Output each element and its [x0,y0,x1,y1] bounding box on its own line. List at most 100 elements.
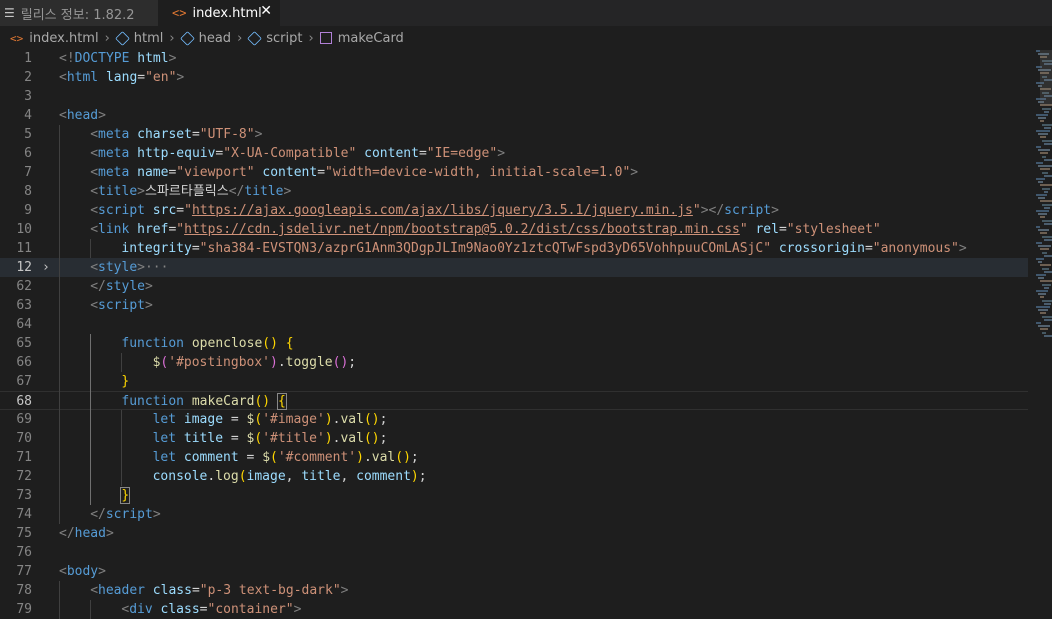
line-number: 1 [24,51,32,66]
code-token: $ [262,450,271,465]
line-number: 3 [24,89,32,104]
minimap[interactable] [1030,48,1052,588]
code-token: '#postingbox' [168,355,270,370]
code-line[interactable]: 71 let comment = $('#comment').val(); [0,448,1028,467]
breadcrumb-item-makecard[interactable]: makeCard [319,30,404,46]
code-line[interactable]: 70 let title = $('#title').val(); [0,429,1028,448]
minimap-line [1040,168,1050,171]
line-number: 65 [16,336,32,351]
code-line[interactable]: 9 <script src="https://ajax.googleapis.co… [0,201,1028,220]
line-number: 79 [16,602,32,617]
code-text: function openclose() { [121,334,293,353]
tab-release-notes[interactable]: ☰ 릴리스 정보: 1.82.2 [0,0,158,26]
minimap-line [1038,165,1052,168]
code-line[interactable]: 3 [0,87,1028,106]
code-line[interactable]: 1 <!DOCTYPE html> [0,49,1028,68]
code-line[interactable]: 8 <title>스파르타플릭스</title> [0,182,1028,201]
code-token: > [98,108,106,123]
code-line[interactable]: 64 [0,315,1028,334]
code-text: <title>스파르타플릭스</title> [90,182,291,201]
code-line[interactable]: 2 <html lang="en"> [0,68,1028,87]
code-token: > [176,70,185,85]
code-line[interactable]: 73} [0,486,1028,505]
code-line[interactable]: 7 <meta name="viewport" content="width=de… [0,163,1028,182]
code-token: crossorigin [771,241,865,256]
code-line[interactable]: 5 <meta charset="UTF-8"> [0,125,1028,144]
code-line[interactable]: 67} [0,372,1028,391]
tab-label: index.html [192,5,262,21]
code-token: < [59,564,67,579]
code-token: head [66,108,99,123]
code-line[interactable]: 63 <script> [0,296,1028,315]
line-number: 64 [16,317,32,332]
code-token: "width=device-width, initial-scale=1.0" [325,165,631,180]
code-line[interactable]: 74 </script> [0,505,1028,524]
line-number: 4 [24,108,32,123]
code-line[interactable]: 62 </style> [0,277,1028,296]
code-text: <!DOCTYPE html> [59,49,176,68]
code-line[interactable]: 6 <meta http-equiv = "X-UA-Compatible" cont… [0,144,1028,163]
minimap-line [1042,171,1048,174]
code-token: ) [371,431,380,446]
breadcrumb-item-html[interactable]: html › [114,30,181,46]
indent-guide [90,600,92,619]
minimap-line [1040,200,1052,203]
minimap-line [1040,312,1046,315]
code-line[interactable]: 72 console.log(image, title, comment); [0,467,1028,486]
code-token: let [152,450,177,465]
code-token: </ [90,507,106,522]
line-number: 77 [16,564,32,579]
code-text: <style>··· [90,258,168,277]
code-token: title [183,431,224,446]
code-text: $('#postingbox').toggle(); [153,353,357,372]
indent-guide [59,581,60,619]
code-token: title [301,469,341,484]
code-line[interactable]: 75 </head> [0,524,1028,543]
tab-index-html[interactable]: <> index.html ✕ [158,0,280,26]
code-line[interactable]: 12 › <style>··· [0,258,1028,277]
code-line[interactable]: 65 function openclose() { [0,334,1028,353]
code-text: </head> [59,524,114,543]
code-token: log [215,469,239,484]
code-token: "IE=edge" [426,146,498,161]
chevron-right-icon: › [308,30,314,46]
scrollbar-thumb[interactable] [1040,50,1052,105]
fold-chevron-icon[interactable]: › [42,258,50,277]
code-line[interactable]: 4 <head> [0,106,1028,125]
code-line[interactable]: 76 [0,543,1028,562]
breadcrumb-label: makeCard [337,30,404,46]
code-token: meta [98,165,130,180]
breadcrumb-label: html [133,30,164,46]
chevron-right-icon: › [104,30,110,46]
breadcrumb-item-head[interactable]: head › [179,31,249,46]
code-token: style [105,279,145,294]
code-token: < [90,146,99,161]
code-line[interactable]: 69 let image = $('#image').val(); [0,410,1028,429]
code-token: , [340,469,357,484]
minimap-line [1042,155,1046,158]
minimap-line [1036,194,1047,196]
line-number: 2 [24,70,32,85]
code-line[interactable]: 79 <div class="container"> [0,600,1028,619]
close-icon[interactable]: ✕ [260,3,272,19]
code-token: class [152,602,200,617]
code-line[interactable]: 10 <link href = "https://cdn.jsdelivr.net/n… [0,220,1028,239]
code-line[interactable]: 78 <header class="p-3 text-bg-dark"> [0,581,1028,600]
code-line[interactable]: 11 integrity="sha384-EVSTQN3/azprG1Anm3QD… [0,239,1028,258]
code-line[interactable]: 68 function makeCard() { [0,391,1028,410]
code-token: href [129,222,169,237]
code-token: ) [410,469,419,484]
breadcrumb-item-file[interactable]: <> index.html › [10,31,116,46]
code-editor[interactable]: 1 <!DOCTYPE html> 2 <html lang="en"> 3 4 <head… [0,48,1030,619]
code-line[interactable]: 66 $('#postingbox').toggle(); [0,353,1028,372]
code-token: "stylesheet" [786,222,881,237]
line-number: 7 [24,165,32,180]
code-token: ( [254,431,263,446]
code-token: script [98,298,145,313]
minimap-line [1042,123,1052,126]
code-token: < [121,602,130,617]
code-text: <script> [90,296,153,315]
breadcrumb-item-script[interactable]: script › [247,30,319,46]
code-line[interactable]: 77 <body> [0,562,1028,581]
